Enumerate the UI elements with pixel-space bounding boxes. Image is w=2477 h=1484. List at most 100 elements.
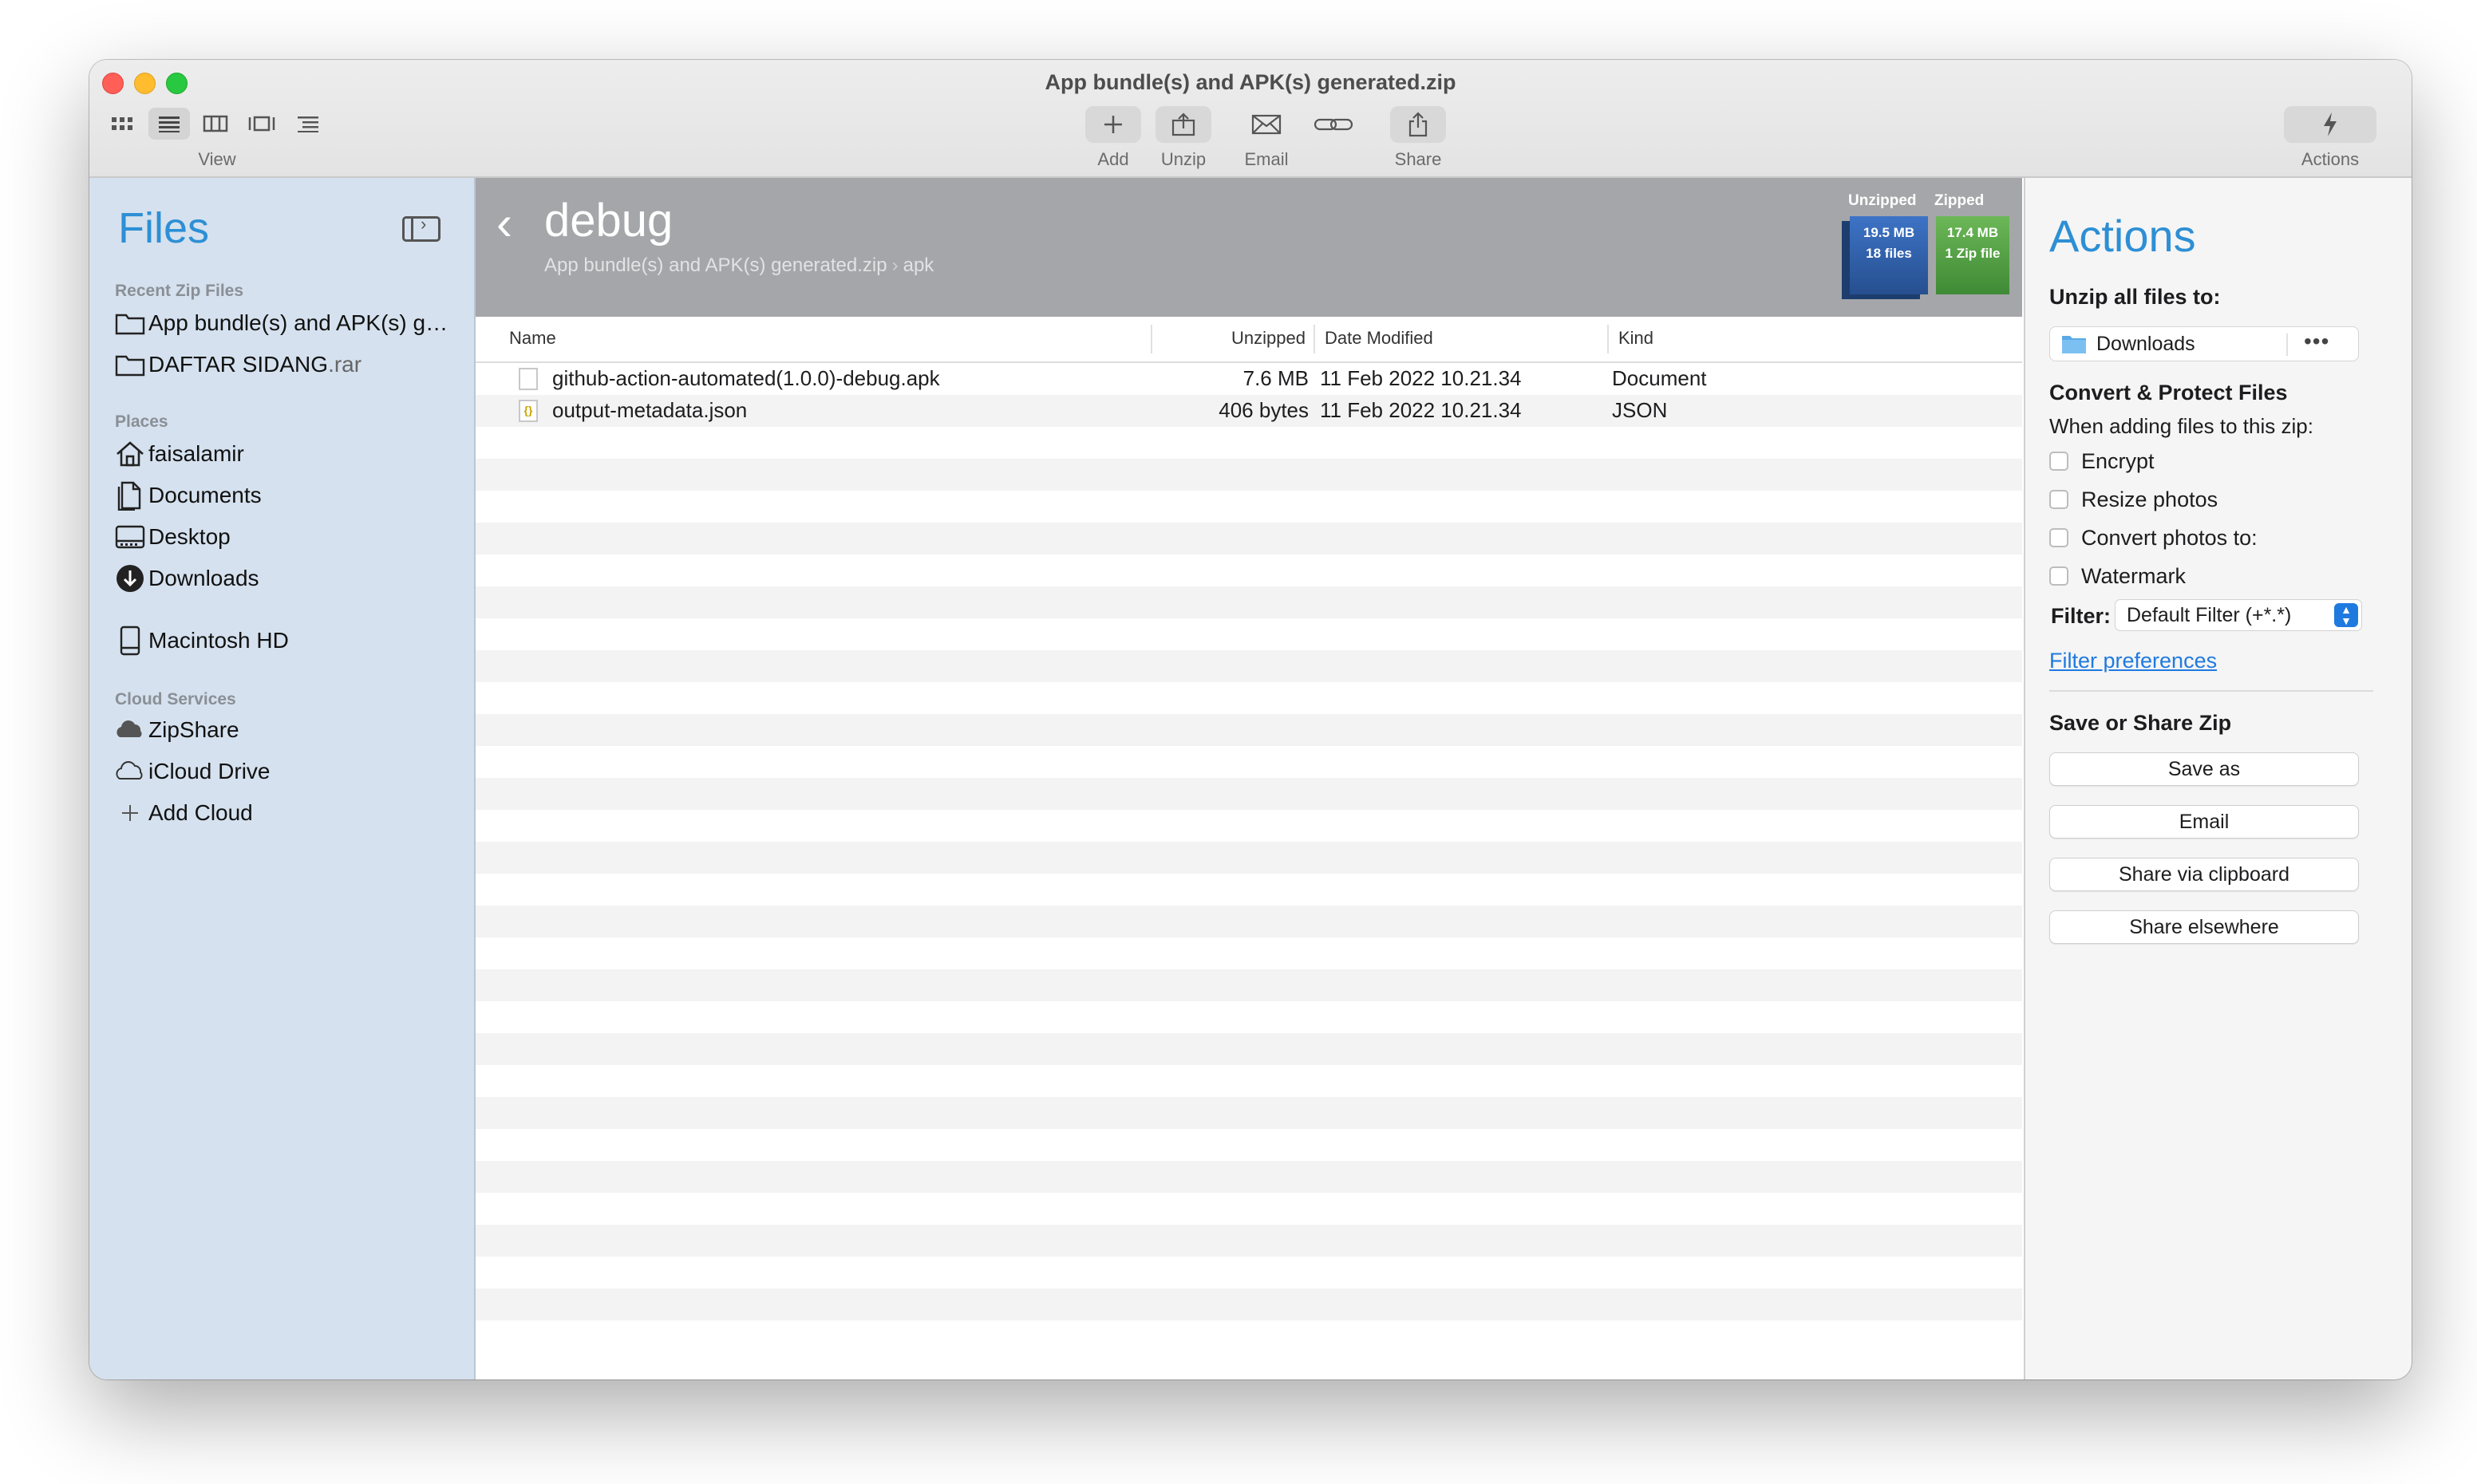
- folder-header: ‹ debug App bundle(s) and APK(s) generat…: [476, 178, 2022, 317]
- sidebar-item-add-cloud[interactable]: Add Cloud: [115, 795, 253, 831]
- save-as-button[interactable]: Save as: [2049, 752, 2359, 786]
- sidebar-item-documents[interactable]: Documents: [115, 478, 262, 513]
- actions-toggle-button[interactable]: [2284, 106, 2376, 143]
- encrypt-checkbox[interactable]: Encrypt: [2049, 448, 2155, 475]
- sidebar-item-icloud[interactable]: iCloud Drive: [115, 754, 271, 789]
- view-label: View: [198, 149, 236, 169]
- breadcrumb-item[interactable]: apk: [903, 255, 934, 276]
- breadcrumb: App bundle(s) and APK(s) generated.zip › a…: [544, 255, 934, 277]
- add-button[interactable]: [1085, 106, 1141, 143]
- more-options-icon[interactable]: •••: [2304, 329, 2329, 354]
- empty-row: [476, 1161, 2022, 1193]
- column-date-modified[interactable]: Date Modified: [1325, 328, 1433, 349]
- sidebar-item-downloads[interactable]: Downloads: [115, 561, 259, 596]
- convert-photos-checkbox[interactable]: Convert photos to:: [2049, 524, 2258, 551]
- recent-zip-heading: Recent Zip Files: [115, 282, 244, 300]
- column-name[interactable]: Name: [509, 328, 556, 349]
- icon-grid-icon[interactable]: [102, 108, 144, 140]
- sidebar-item-recent-zip[interactable]: App bundle(s) and APK(s) g…: [115, 306, 448, 341]
- empty-row: [476, 937, 2022, 969]
- column-view-icon[interactable]: [195, 108, 236, 140]
- share-elsewhere-button[interactable]: Share elsewhere: [2049, 910, 2359, 944]
- sidebar-item-label: App bundle(s) and APK(s) g…: [148, 310, 448, 335]
- empty-row: [476, 1065, 2022, 1097]
- breadcrumb-item[interactable]: App bundle(s) and APK(s) generated.zip: [544, 255, 887, 276]
- link-button[interactable]: [1306, 106, 1361, 143]
- list-view-icon[interactable]: [148, 108, 190, 140]
- sidebar-item-recent-rar[interactable]: DAFTAR SIDANG .rar: [115, 347, 361, 382]
- empty-row: [476, 1289, 2022, 1320]
- file-extension: .rar: [328, 352, 362, 377]
- column-kind[interactable]: Kind: [1618, 328, 1653, 349]
- column-divider[interactable]: [1314, 325, 1315, 353]
- window-title: App bundle(s) and APK(s) generated.zip: [1045, 70, 1456, 94]
- checkbox-box[interactable]: [2049, 490, 2068, 509]
- file-kind: JSON: [1612, 398, 1668, 422]
- checkbox-box[interactable]: [2049, 528, 2068, 547]
- column-divider[interactable]: [1151, 325, 1152, 353]
- empty-row: [476, 1225, 2022, 1257]
- checkbox-box[interactable]: [2049, 566, 2068, 586]
- filter-select[interactable]: Default Filter (+*.*) ▲ ▼: [2115, 599, 2362, 631]
- file-size: 406 bytes: [1219, 398, 1309, 422]
- file-list: github-action-automated(1.0.0)-debug.apk…: [476, 363, 2022, 1379]
- sidebar-toggle-icon[interactable]: ›: [402, 214, 440, 242]
- checkbox-box[interactable]: [2049, 452, 2068, 471]
- sidebar-title: Files: [118, 204, 210, 252]
- filter-preferences-link[interactable]: Filter preferences: [2049, 649, 2217, 673]
- desktop-icon: [115, 522, 145, 552]
- watermark-checkbox[interactable]: Watermark: [2049, 562, 2186, 590]
- table-row[interactable]: {} output-metadata.json 406 bytes 11 Feb…: [476, 395, 2022, 427]
- documents-icon: [115, 480, 145, 511]
- sidebar-item-label: DAFTAR SIDANG: [148, 352, 329, 377]
- sidebar-item-label: Desktop: [148, 524, 231, 549]
- unzip-label: Unzip: [1160, 149, 1207, 169]
- unzipped-stat-label: Unzipped: [1848, 192, 1917, 209]
- gallery-view-icon[interactable]: [241, 108, 282, 140]
- zipped-count: 1 Zip file: [1945, 246, 2001, 261]
- lightning-icon: [2324, 112, 2337, 136]
- add-label: Add: [1097, 149, 1129, 169]
- outline-view-icon[interactable]: [287, 108, 329, 140]
- sidebar-item-label: Documents: [148, 483, 262, 507]
- breadcrumb-separator-icon: ›: [891, 255, 899, 276]
- empty-row: [476, 523, 2022, 555]
- plus-icon: [1104, 116, 1122, 133]
- unzip-destination-picker[interactable]: Downloads •••: [2049, 326, 2359, 361]
- envelope-icon: [1251, 114, 1282, 135]
- file-kind: Document: [1612, 366, 1707, 390]
- actions-label: Actions: [2301, 149, 2360, 169]
- empty-row: [476, 810, 2022, 842]
- column-divider[interactable]: [1607, 325, 1609, 353]
- convert-protect-heading: Convert & Protect Files: [2049, 381, 2288, 405]
- share-clipboard-button[interactable]: Share via clipboard: [2049, 858, 2359, 891]
- table-row[interactable]: github-action-automated(1.0.0)-debug.apk…: [476, 363, 2022, 395]
- folder-icon: [115, 308, 145, 338]
- unzip-button[interactable]: [1156, 106, 1211, 143]
- resize-photos-checkbox[interactable]: Resize photos: [2049, 486, 2218, 513]
- zipped-stat-label: Zipped: [1934, 192, 1985, 209]
- file-date: 11 Feb 2022 10.21.34: [1320, 398, 1522, 422]
- unzipped-size-box: 19.5 MB 18 files: [1850, 216, 1928, 294]
- empty-row: [476, 842, 2022, 874]
- link-icon: [1314, 118, 1353, 131]
- empty-row: [476, 1129, 2022, 1161]
- document-file-icon: [519, 368, 538, 390]
- sidebar-item-zipshare[interactable]: ZipShare: [115, 712, 239, 748]
- share-button[interactable]: [1390, 106, 1446, 143]
- sidebar-item-macintosh-hd[interactable]: Macintosh HD: [115, 623, 289, 658]
- email-zip-button[interactable]: Email: [2049, 805, 2359, 839]
- file-browser: ‹ debug App bundle(s) and APK(s) generat…: [476, 178, 2022, 1379]
- back-chevron-icon[interactable]: ‹: [496, 195, 512, 251]
- toolbar: App bundle(s) and APK(s) generated.zip V…: [89, 60, 2412, 178]
- folder-icon: [2062, 336, 2086, 353]
- email-button[interactable]: [1238, 106, 1294, 143]
- sidebar-item-desktop[interactable]: Desktop: [115, 519, 231, 555]
- filter-label: Filter:: [2051, 604, 2112, 628]
- empty-row: [476, 969, 2022, 1001]
- column-unzipped[interactable]: Unzipped: [1194, 328, 1306, 349]
- save-share-heading: Save or Share Zip: [2049, 711, 2232, 735]
- actions-pane: Actions Unzip all files to: Downloads ••…: [2024, 178, 2412, 1379]
- email-label: Email: [1244, 149, 1289, 169]
- sidebar-item-home[interactable]: faisalamir: [115, 436, 244, 472]
